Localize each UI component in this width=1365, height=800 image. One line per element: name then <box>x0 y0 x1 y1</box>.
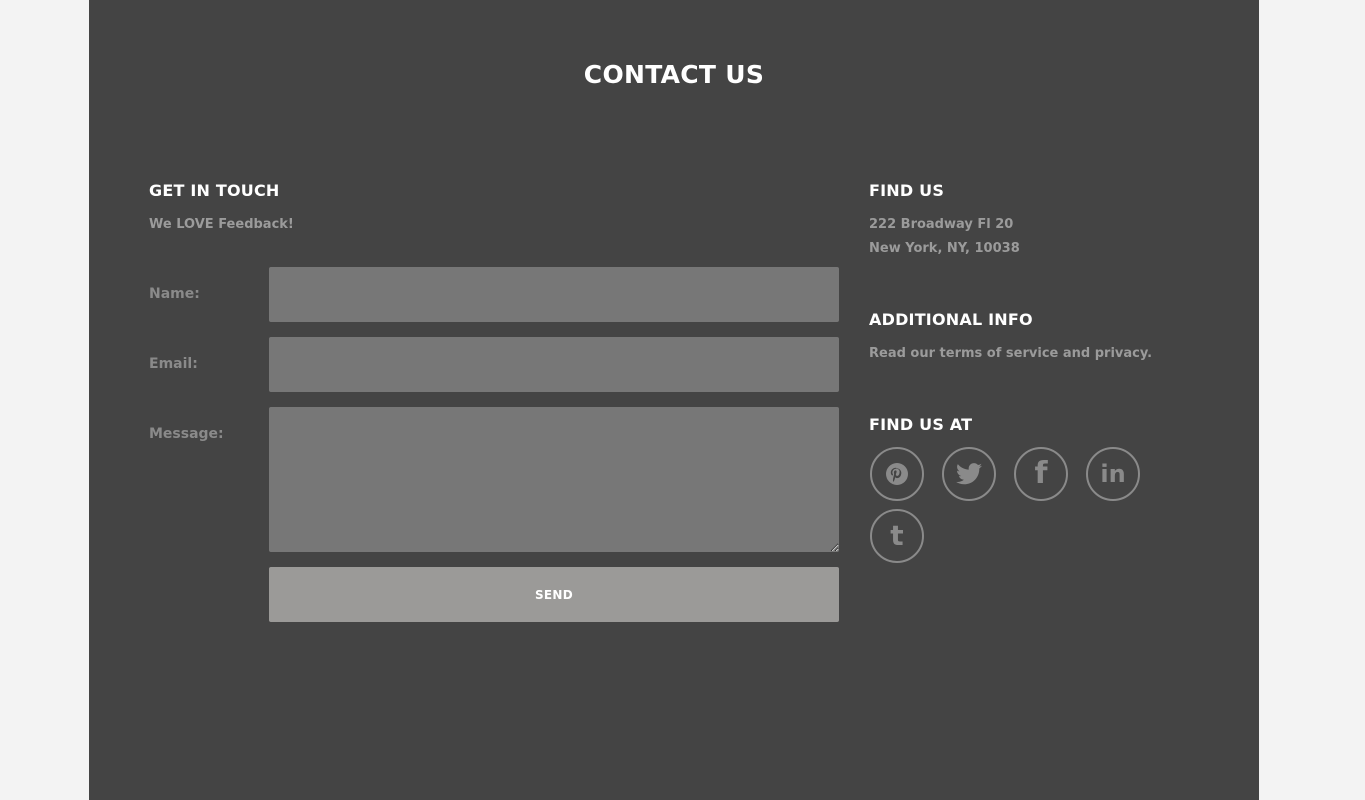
tumblr-icon[interactable]: t <box>870 509 924 563</box>
tumblr-glyph: t <box>890 519 904 552</box>
get-in-touch-subtitle: We LOVE Feedback! <box>149 217 294 232</box>
pinterest-icon[interactable] <box>870 447 924 501</box>
linkedin-icon[interactable]: in <box>1086 447 1140 501</box>
pinterest-glyph <box>886 463 908 485</box>
contact-section: CONTACT US GET IN TOUCH We LOVE Feedback… <box>89 0 1259 800</box>
find-us-at-heading: FIND US AT <box>869 415 973 434</box>
twitter-icon[interactable] <box>942 447 996 501</box>
address-line-1: 222 Broadway Fl 20 <box>869 217 1014 232</box>
address-line-2: New York, NY, 10038 <box>869 241 1020 256</box>
facebook-icon[interactable]: f <box>1014 447 1068 501</box>
name-input[interactable] <box>269 267 839 322</box>
additional-info-heading: ADDITIONAL INFO <box>869 310 1033 329</box>
linkedin-glyph: in <box>1100 460 1126 488</box>
email-label: Email: <box>149 356 198 372</box>
find-us-heading: FIND US <box>869 181 945 200</box>
additional-info-text: Read our terms of service and privacy. <box>869 346 1153 361</box>
get-in-touch-heading: GET IN TOUCH <box>149 181 280 200</box>
facebook-glyph: f <box>1034 456 1048 491</box>
message-textarea[interactable] <box>269 407 839 552</box>
send-button[interactable]: SEND <box>269 567 839 622</box>
name-label: Name: <box>149 286 200 302</box>
twitter-glyph <box>956 463 982 485</box>
email-input[interactable] <box>269 337 839 392</box>
message-label: Message: <box>149 426 224 442</box>
page-title: CONTACT US <box>583 60 765 89</box>
